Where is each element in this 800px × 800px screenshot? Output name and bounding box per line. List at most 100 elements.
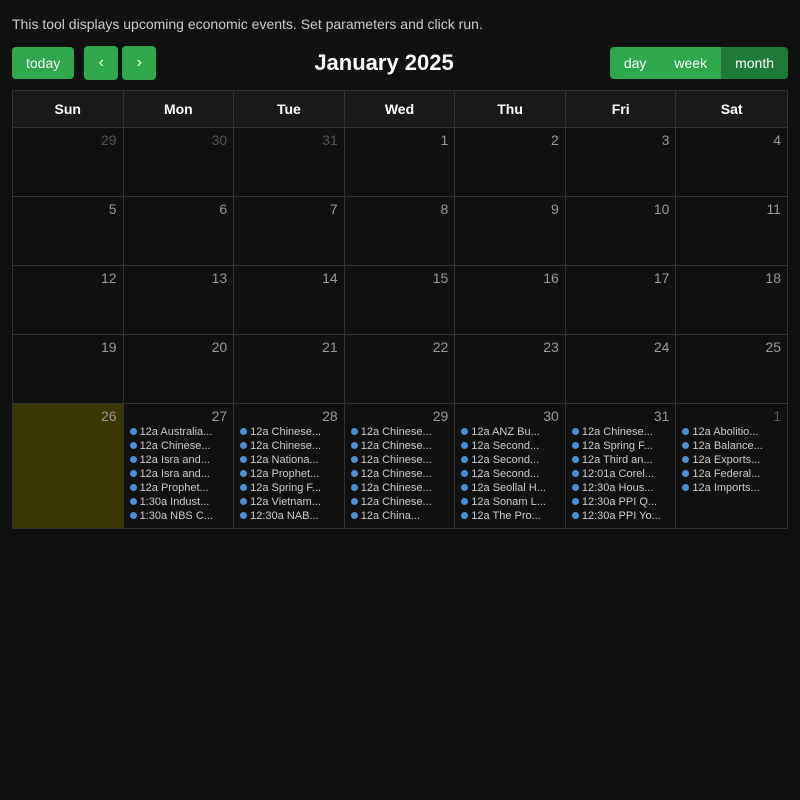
- cal-cell-4-0[interactable]: 26: [13, 404, 124, 528]
- event-item[interactable]: 12a Second...: [461, 440, 559, 452]
- cal-cell-3-3[interactable]: 22: [345, 335, 456, 403]
- cal-cell-1-1[interactable]: 6: [124, 197, 235, 265]
- event-item[interactable]: 12a Chinese...: [351, 426, 449, 438]
- event-item[interactable]: 12a The Pro...: [461, 510, 559, 522]
- event-item[interactable]: 12a Chinese...: [351, 468, 449, 480]
- today-button[interactable]: today: [12, 47, 74, 79]
- event-item[interactable]: 1:30a Indust...: [130, 496, 228, 508]
- cal-cell-3-5[interactable]: 24: [566, 335, 677, 403]
- event-text: 12a The Pro...: [471, 510, 541, 522]
- header-thu: Thu: [455, 91, 566, 127]
- event-item[interactable]: 12a Balance...: [682, 440, 781, 452]
- cal-cell-0-6[interactable]: 4: [676, 128, 787, 196]
- event-dot: [461, 428, 468, 435]
- cal-cell-0-4[interactable]: 2: [455, 128, 566, 196]
- cal-cell-1-4[interactable]: 9: [455, 197, 566, 265]
- cal-cell-3-6[interactable]: 25: [676, 335, 787, 403]
- event-item[interactable]: 12a Chinese...: [240, 426, 338, 438]
- week-view-button[interactable]: week: [660, 47, 721, 79]
- event-item[interactable]: 12a Chinese...: [351, 482, 449, 494]
- event-dot: [351, 512, 358, 519]
- cal-cell-3-4[interactable]: 23: [455, 335, 566, 403]
- cal-cell-3-0[interactable]: 19: [13, 335, 124, 403]
- cal-cell-2-1[interactable]: 13: [124, 266, 235, 334]
- event-item[interactable]: 12a Spring F...: [240, 482, 338, 494]
- cal-cell-2-5[interactable]: 17: [566, 266, 677, 334]
- event-item[interactable]: 12a Isra and...: [130, 468, 228, 480]
- event-item[interactable]: 12a Seollal H...: [461, 482, 559, 494]
- day-number: 7: [240, 201, 338, 217]
- cal-cell-4-2[interactable]: 2812a Chinese...12a Chinese...12a Nation…: [234, 404, 345, 528]
- event-dot: [351, 470, 358, 477]
- cal-cell-1-3[interactable]: 8: [345, 197, 456, 265]
- event-item[interactable]: 12a Third an...: [572, 454, 670, 466]
- cal-cell-0-1[interactable]: 30: [124, 128, 235, 196]
- event-item[interactable]: 1:30a NBS C...: [130, 510, 228, 522]
- event-item[interactable]: 12a Prophet...: [130, 482, 228, 494]
- day-number: 29: [19, 132, 117, 148]
- cal-cell-1-5[interactable]: 10: [566, 197, 677, 265]
- day-number: 1: [351, 132, 449, 148]
- event-item[interactable]: 12a Chinese...: [351, 454, 449, 466]
- event-item[interactable]: 12a Sonam L...: [461, 496, 559, 508]
- event-item[interactable]: 12a Second...: [461, 454, 559, 466]
- cal-cell-0-2[interactable]: 31: [234, 128, 345, 196]
- event-text: 12:30a Hous...: [582, 482, 654, 494]
- event-item[interactable]: 12:01a Corel...: [572, 468, 670, 480]
- prev-button[interactable]: ‹: [84, 46, 118, 80]
- event-item[interactable]: 12a Chinese...: [572, 426, 670, 438]
- cal-cell-4-3[interactable]: 2912a Chinese...12a Chinese...12a Chines…: [345, 404, 456, 528]
- cal-cell-4-6[interactable]: 112a Abolitio...12a Balance...12a Export…: [676, 404, 787, 528]
- cal-cell-0-0[interactable]: 29: [13, 128, 124, 196]
- cal-cell-2-0[interactable]: 12: [13, 266, 124, 334]
- event-item[interactable]: 12a Nationa...: [240, 454, 338, 466]
- event-item[interactable]: 12:30a Hous...: [572, 482, 670, 494]
- event-item[interactable]: 12a ANZ Bu...: [461, 426, 559, 438]
- event-item[interactable]: 12a Chinese...: [240, 440, 338, 452]
- cal-cell-2-2[interactable]: 14: [234, 266, 345, 334]
- cal-cell-3-2[interactable]: 21: [234, 335, 345, 403]
- cal-cell-4-4[interactable]: 3012a ANZ Bu...12a Second...12a Second..…: [455, 404, 566, 528]
- cal-cell-2-6[interactable]: 18: [676, 266, 787, 334]
- day-view-button[interactable]: day: [610, 47, 661, 79]
- event-item[interactable]: 12a Isra and...: [130, 454, 228, 466]
- event-item[interactable]: 12a Abolitio...: [682, 426, 781, 438]
- event-item[interactable]: 12:30a NAB...: [240, 510, 338, 522]
- event-item[interactable]: 12a Federal...: [682, 468, 781, 480]
- event-item[interactable]: 12a Chinese...: [130, 440, 228, 452]
- cal-cell-2-3[interactable]: 15: [345, 266, 456, 334]
- event-item[interactable]: 12a Vietnam...: [240, 496, 338, 508]
- next-button[interactable]: ›: [122, 46, 156, 80]
- event-item[interactable]: 12a China...: [351, 510, 449, 522]
- cal-cell-0-5[interactable]: 3: [566, 128, 677, 196]
- event-item[interactable]: 12a Chinese...: [351, 496, 449, 508]
- event-item[interactable]: 12a Australia...: [130, 426, 228, 438]
- week-row-0: 29 30 31 1234: [13, 127, 787, 196]
- cal-cell-0-3[interactable]: 1: [345, 128, 456, 196]
- event-item[interactable]: 12a Spring F...: [572, 440, 670, 452]
- month-view-button[interactable]: month: [721, 47, 788, 79]
- event-item[interactable]: 12a Imports...: [682, 482, 781, 494]
- event-text: 12a Vietnam...: [250, 496, 321, 508]
- event-dot: [682, 428, 689, 435]
- cal-cell-3-1[interactable]: 20: [124, 335, 235, 403]
- cal-cell-2-4[interactable]: 16: [455, 266, 566, 334]
- event-item[interactable]: 12a Exports...: [682, 454, 781, 466]
- day-number: 25: [682, 339, 781, 355]
- event-dot: [240, 442, 247, 449]
- cal-cell-1-6[interactable]: 11: [676, 197, 787, 265]
- event-item[interactable]: 12a Chinese...: [351, 440, 449, 452]
- cal-cell-1-0[interactable]: 5: [13, 197, 124, 265]
- event-item[interactable]: 12:30a PPI Q...: [572, 496, 670, 508]
- day-number: 10: [572, 201, 670, 217]
- event-dot: [130, 484, 137, 491]
- event-item[interactable]: 12a Second...: [461, 468, 559, 480]
- cal-cell-4-1[interactable]: 2712a Australia...12a Chinese...12a Isra…: [124, 404, 235, 528]
- event-item[interactable]: 12:30a PPI Yo...: [572, 510, 670, 522]
- day-number: 31: [240, 132, 338, 148]
- header-tue: Tue: [234, 91, 345, 127]
- day-number: 26: [19, 408, 117, 424]
- cal-cell-4-5[interactable]: 3112a Chinese...12a Spring F...12a Third…: [566, 404, 677, 528]
- event-item[interactable]: 12a Prophet...: [240, 468, 338, 480]
- cal-cell-1-2[interactable]: 7: [234, 197, 345, 265]
